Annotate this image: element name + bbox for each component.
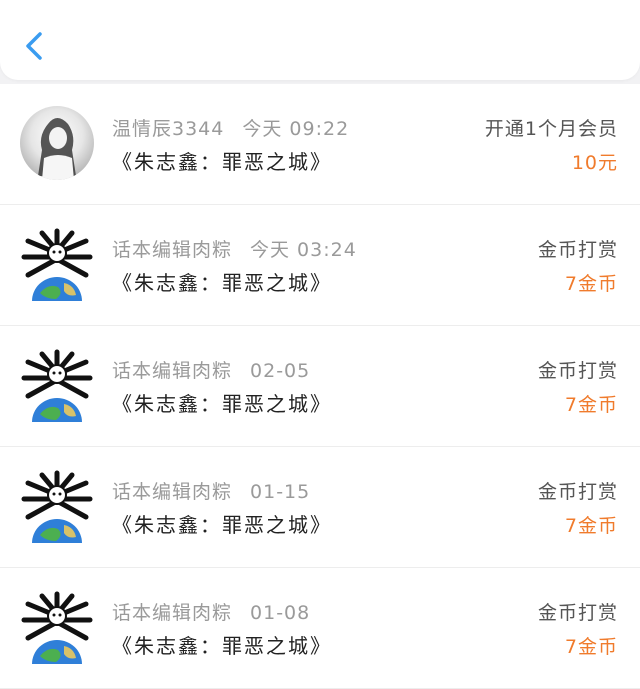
book-title: 《朱志鑫：罪恶之城》: [112, 271, 332, 295]
transaction-type: 金币打赏: [537, 239, 618, 261]
timestamp: 今天 09:22: [242, 118, 350, 140]
username: 话本编辑肉粽 01-08: [112, 602, 311, 624]
transaction-type: 金币打赏: [537, 360, 618, 382]
book-title: 《朱志鑫：罪恶之城》: [112, 634, 332, 658]
emoji-earth-avatar: [21, 591, 93, 664]
timestamp: 02-05: [250, 360, 311, 382]
timestamp: 01-15: [250, 481, 311, 503]
list-item[interactable]: 温情辰3344 今天 09:22 《朱志鑫：罪恶之城》 开通1个月会员 10元: [0, 84, 640, 205]
avatar-photo: [38, 118, 76, 180]
transaction-amount: 7金币: [564, 636, 618, 658]
username: 温情辰3344 今天 09:22: [112, 118, 350, 140]
avatar[interactable]: [20, 227, 94, 301]
chevron-left-icon: [26, 32, 42, 60]
username: 话本编辑肉粽 今天 03:24: [112, 239, 357, 261]
list-item[interactable]: 话本编辑肉粽 01-08 《朱志鑫：罪恶之城》 金币打赏 7金币: [0, 568, 640, 689]
list-item[interactable]: 话本编辑肉粽 今天 03:24 《朱志鑫：罪恶之城》 金币打赏 7金币: [0, 205, 640, 326]
transaction-amount: 7金币: [564, 394, 618, 416]
record-list: 温情辰3344今天 09:22 《朱志鑫：罪恶之城》 开通1个月会员 10元: [0, 84, 640, 689]
transaction-type: 开通1个月会员: [484, 118, 618, 140]
transaction-type: 金币打赏: [537, 602, 618, 624]
username: 话本编辑肉粽 02-05: [112, 360, 311, 382]
top-bar: [0, 0, 640, 80]
book-title: 《朱志鑫：罪恶之城》: [112, 513, 332, 537]
emoji-earth-avatar: [21, 470, 93, 543]
avatar[interactable]: [20, 469, 94, 543]
book-title: 《朱志鑫：罪恶之城》: [112, 150, 332, 174]
timestamp: 01-08: [250, 602, 311, 624]
avatar[interactable]: [20, 106, 94, 180]
transaction-type: 金币打赏: [537, 481, 618, 503]
username: 话本编辑肉粽 01-15: [112, 481, 311, 503]
list-item[interactable]: 话本编辑肉粽 02-05 《朱志鑫：罪恶之城》 金币打赏 7金币: [0, 326, 640, 447]
transaction-amount: 10元: [571, 152, 618, 174]
book-title: 《朱志鑫：罪恶之城》: [112, 392, 332, 416]
avatar[interactable]: [20, 590, 94, 664]
emoji-earth-avatar: [21, 228, 93, 301]
timestamp: 今天 03:24: [250, 239, 357, 261]
transaction-amount: 7金币: [564, 273, 618, 295]
back-button[interactable]: [18, 26, 54, 66]
emoji-earth-avatar: [21, 349, 93, 422]
avatar[interactable]: [20, 348, 94, 422]
transaction-amount: 7金币: [564, 515, 618, 537]
list-item[interactable]: 话本编辑肉粽 01-15 《朱志鑫：罪恶之城》 金币打赏 7金币: [0, 447, 640, 568]
